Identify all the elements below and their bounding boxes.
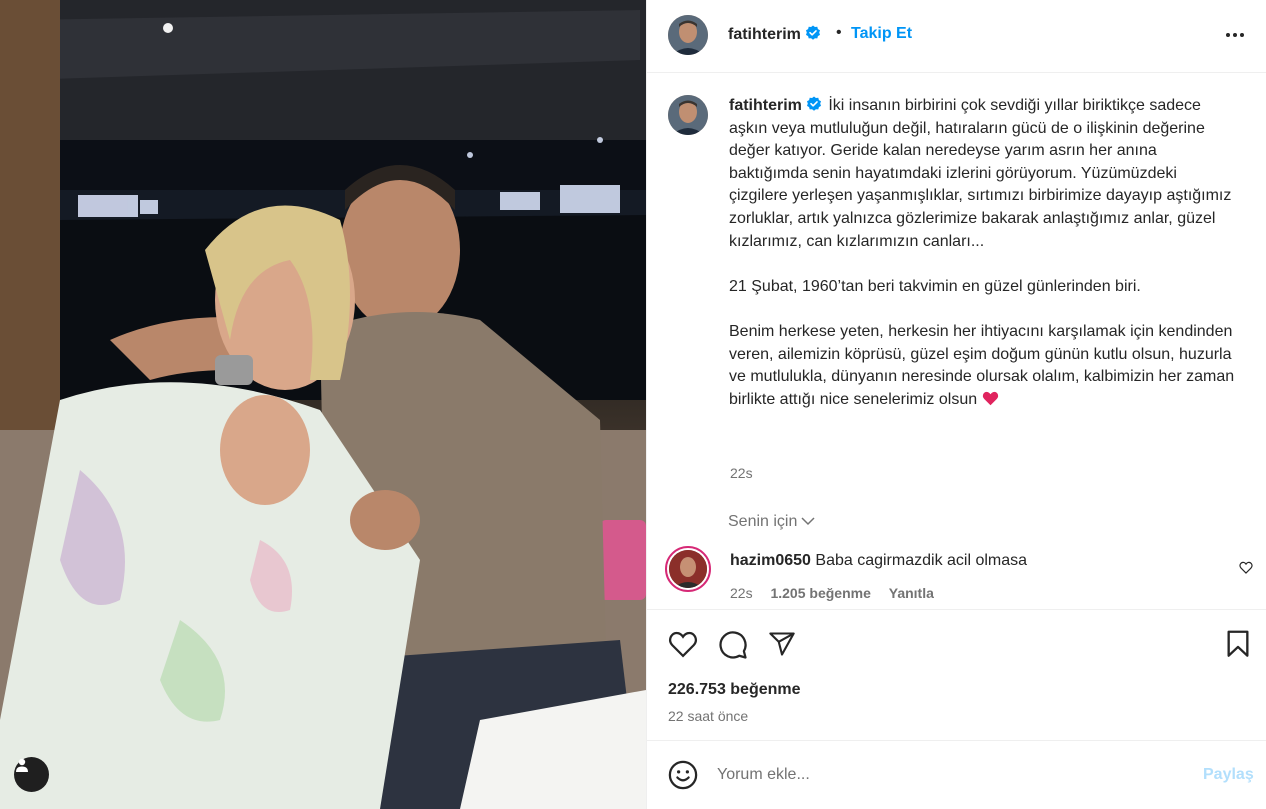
comment-like-button[interactable] [1239,561,1253,579]
for-you-filter[interactable]: Senin için [728,513,815,531]
bookmark-icon [1227,630,1249,657]
verified-badge-icon [806,96,821,111]
red-heart-emoji-icon [982,391,998,406]
user-tag-button[interactable] [14,757,49,792]
share-icon [769,632,795,656]
comment-body: hazim0650 Baba cagirmazdik acil olmasa [730,552,1027,570]
like-button[interactable] [668,630,698,663]
avatar-image [668,15,708,55]
post-side-panel: fatihterim • Takip Et fatihterim İki ins… [646,0,1266,809]
comment-time[interactable]: 22s [730,585,753,601]
comment-text: Baba cagirmazdik acil olmasa [815,552,1028,569]
photo-illustration [0,0,646,809]
caption-author-avatar[interactable] [668,95,708,135]
caption-author-username[interactable]: fatihterim [729,96,822,114]
post-photo[interactable] [0,0,646,809]
author-username[interactable]: fatihterim [728,25,821,44]
add-comment-bar: Paylaş [647,742,1266,809]
verified-badge-icon [805,25,820,40]
save-button[interactable] [1225,630,1251,663]
chevron-down-icon [801,517,815,526]
post-time-ago[interactable]: 22 saat önce [668,708,748,724]
for-you-label: Senin için [728,513,798,530]
post-actions: 226.753 beğenme 22 saat önce [647,611,1266,741]
comment-input[interactable] [717,762,1177,788]
header-separator: • [836,24,842,41]
follow-button[interactable]: Takip Et [851,25,912,43]
commenter-avatar[interactable] [665,546,711,592]
comment-likes[interactable]: 1.205 beğenme [770,585,870,601]
reply-button[interactable]: Yanıtla [889,585,934,601]
share-button[interactable] [767,630,797,663]
commenter-username[interactable]: hazim0650 [730,552,811,569]
comment-meta: 22s 1.205 beğenme Yanıtla [730,585,948,601]
post-header: fatihterim • Takip Et [647,0,1266,73]
emoji-button[interactable] [668,760,698,795]
post-caption: fatihterim İki insanın birbirini çok sev… [729,95,1239,411]
emoji-smiley-icon [668,760,698,790]
author-avatar[interactable] [668,15,708,55]
caption-paragraph-1: İki insanın birbirini çok sevdiği yıllar… [729,97,1232,250]
comments-scroll-area[interactable]: fatihterim İki insanın birbirini çok sev… [647,74,1266,610]
avatar-image [669,550,707,588]
more-options-button[interactable] [1225,25,1245,50]
heart-outline-icon [668,631,698,658]
caption-author-username-text[interactable]: fatihterim [729,97,802,114]
comment-button[interactable] [718,630,748,665]
author-username-text[interactable]: fatihterim [728,26,801,43]
caption-timestamp[interactable]: 22s [730,465,753,481]
avatar-image [668,95,708,135]
caption-paragraph-2: 21 Şubat, 1960’tan beri takvimin en güze… [729,277,1141,295]
more-options-icon [1226,33,1244,37]
post-comment-button[interactable]: Paylaş [1203,766,1254,784]
heart-outline-icon [1239,561,1253,574]
user-tag-icon [16,758,28,772]
likes-count[interactable]: 226.753 beğenme [668,681,801,699]
comment-icon [719,631,747,659]
